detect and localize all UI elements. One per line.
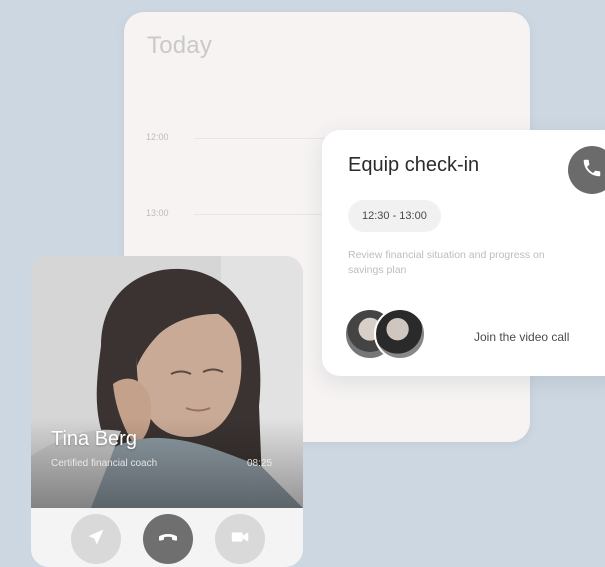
event-card: Equip check-in 12:30 - 13:00 Review fina… xyxy=(322,130,605,376)
event-title: Equip check-in xyxy=(348,154,480,176)
event-time-chip: 12:30 - 13:00 xyxy=(348,200,441,232)
join-video-call-link[interactable]: Join the video call xyxy=(474,330,569,344)
time-divider xyxy=(194,138,344,139)
hang-up-button[interactable] xyxy=(143,514,193,564)
time-label: 12:00 xyxy=(146,132,169,142)
share-button[interactable] xyxy=(71,514,121,564)
caller-video-feed: Tina Berg Certified financial coach 08:2… xyxy=(31,256,303,508)
video-icon xyxy=(229,526,251,553)
phone-call-button[interactable] xyxy=(568,146,605,194)
attendee-avatars xyxy=(344,308,430,360)
call-timer: 08:25 xyxy=(247,458,273,469)
calendar-title: Today xyxy=(147,32,213,59)
video-call-card: Tina Berg Certified financial coach 08:2… xyxy=(31,256,303,567)
time-label: 13:00 xyxy=(146,208,169,218)
call-controls xyxy=(31,508,303,567)
hang-up-icon xyxy=(156,525,180,554)
caller-name: Tina Berg xyxy=(51,428,137,450)
avatar xyxy=(374,308,426,360)
caller-role: Certified financial coach xyxy=(51,458,158,469)
phone-icon xyxy=(581,157,603,184)
send-icon xyxy=(86,527,106,552)
event-description: Review financial situation and progress … xyxy=(348,249,545,276)
video-toggle-button[interactable] xyxy=(215,514,265,564)
